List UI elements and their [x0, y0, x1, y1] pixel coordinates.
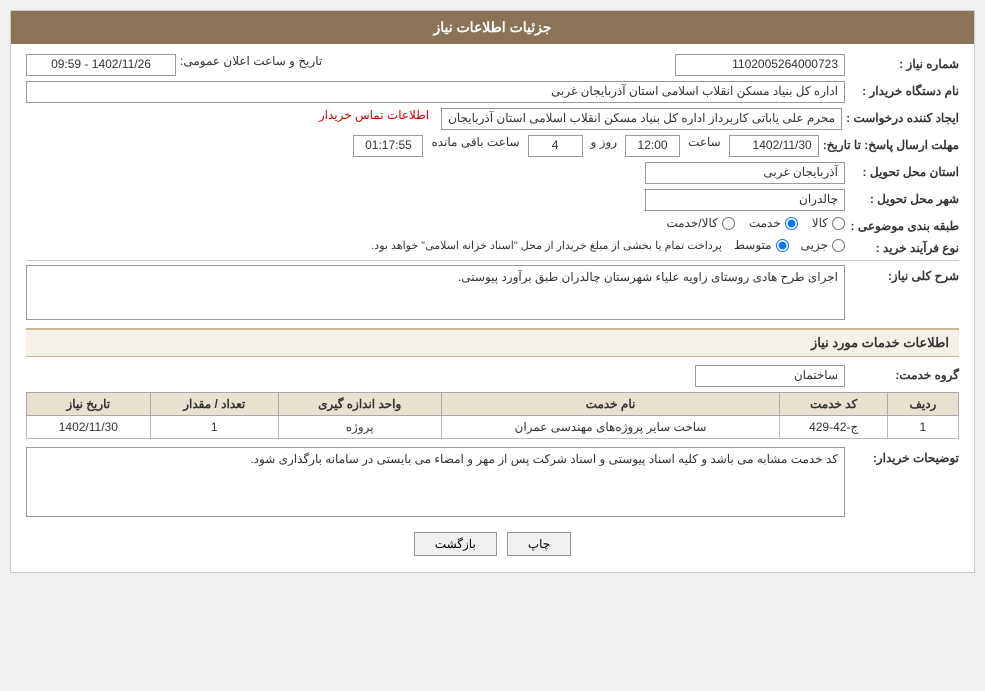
khadamat-section-title: اطلاعات خدمات مورد نیاز	[26, 328, 959, 357]
rooz-label: روز و	[591, 135, 618, 149]
tabaqe-kala-label: کالا	[812, 216, 828, 230]
back-button[interactable]: بازگشت	[414, 532, 497, 556]
table-header: ردیف کد خدمت نام خدمت واحد اندازه گیری ت…	[27, 393, 959, 416]
tarikh-elan-label: تاریخ و ساعت اعلان عمومی:	[180, 54, 322, 68]
nooe-motavasset-radio[interactable]	[776, 239, 789, 252]
tabaqe-khadamat-item: خدمت	[749, 216, 798, 230]
shomare-label: شماره نیاز :	[849, 54, 959, 71]
row-grouh: گروه خدمت: ساختمان	[26, 365, 959, 387]
tawzih-container: کد خدمت مشابه می باشد و کلیه اسناد پیوست…	[26, 447, 845, 517]
tabaqe-label: طبقه بندی موضوعی :	[849, 216, 959, 233]
tawzih-label: توضیحات خریدار:	[849, 447, 959, 465]
tabaqe-kala-khadamat-label: کالا/خدمت	[666, 216, 717, 230]
col-kod: کد خدمت	[780, 393, 887, 416]
row-ijad-konande: ایجاد کننده درخواست : محرم علی یاباتی کا…	[26, 108, 959, 130]
tarikh-pasakh-value: 1402/11/30	[729, 135, 819, 157]
sharh-value: اجرای طرح هادی روستای زاویه علیاء شهرستا…	[26, 265, 845, 320]
cell-0-0: 1	[887, 416, 958, 439]
nam-dastgah-value: اداره کل بنیاد مسکن انقلاب اسلامی استان …	[26, 81, 845, 103]
table-header-row: ردیف کد خدمت نام خدمت واحد اندازه گیری ت…	[27, 393, 959, 416]
nam-dastgah-label: نام دستگاه خریدار :	[849, 81, 959, 98]
main-container: جزئیات اطلاعات نیاز شماره نیاز : 1102005…	[10, 10, 975, 573]
col-tarikh: تاریخ نیاز	[27, 393, 151, 416]
row-mohlat: مهلت ارسال پاسخ: تا تاریخ: 1402/11/30 سا…	[26, 135, 959, 157]
ijad-konande-label: ایجاد کننده درخواست :	[846, 108, 959, 125]
nooe-motavasset-label: متوسط	[734, 238, 772, 252]
tabaqe-khadamat-radio[interactable]	[785, 217, 798, 230]
row-nam-dastgah: نام دستگاه خریدار : اداره کل بنیاد مسکن …	[26, 81, 959, 103]
nooe-label: نوع فرآیند خرید :	[849, 238, 959, 255]
saat-mande-label: ساعت باقی مانده	[431, 135, 519, 149]
ostan-label: استان محل تحویل :	[849, 162, 959, 179]
nooe-jozii-radio[interactable]	[832, 239, 845, 252]
sharh-container: اجرای طرح هادی روستای زاویه علیاء شهرستا…	[26, 265, 845, 320]
sharh-label: شرح کلی نیاز:	[849, 265, 959, 283]
row-sharh: شرح کلی نیاز: اجرای طرح هادی روستای زاوی…	[26, 265, 959, 320]
shomare-value: 1102005264000723	[675, 54, 845, 76]
nooe-text: پرداخت تمام یا بخشی از مبلغ خریدار از مح…	[371, 239, 722, 252]
grouh-label: گروه خدمت:	[849, 365, 959, 382]
tarikh-elan-value: 1402/11/26 - 09:59	[26, 54, 176, 76]
row-tabaqe: طبقه بندی موضوعی : کالا خدمت کالا/خدمت	[26, 216, 959, 233]
cell-0-1: ج-42-429	[780, 416, 887, 439]
cell-0-5: 1402/11/30	[27, 416, 151, 439]
tabaqe-kala-khadamat-radio[interactable]	[722, 217, 735, 230]
col-nam: نام خدمت	[441, 393, 780, 416]
nooe-jozii-item: جزیی	[801, 238, 845, 252]
ostan-value: آذربایجان غربی	[645, 162, 845, 184]
cell-0-3: پروژه	[278, 416, 441, 439]
tabaqe-khadamat-label: خدمت	[749, 216, 781, 230]
divider-1	[26, 260, 959, 261]
tabaqe-kala-item: کالا	[812, 216, 845, 230]
nooe-motavasset-item: متوسط	[734, 238, 789, 252]
saat-value: 12:00	[625, 135, 680, 157]
print-button[interactable]: چاپ	[507, 532, 571, 556]
row-shomare: شماره نیاز : 1102005264000723 تاریخ و سا…	[26, 54, 959, 76]
saat-label: ساعت	[688, 135, 721, 149]
table-row: 1ج-42-429ساخت سایر پروژه‌های مهندسی عمرا…	[27, 416, 959, 439]
shahr-label: شهر محل تحویل :	[849, 189, 959, 206]
content-area: شماره نیاز : 1102005264000723 تاریخ و سا…	[11, 44, 974, 572]
ijad-konande-link[interactable]: اطلاعات تماس خریدار	[319, 108, 429, 122]
row-ostan: استان محل تحویل : آذربایجان غربی	[26, 162, 959, 184]
ijad-konande-value: محرم علی یاباتی کاربرداز اداره کل بنیاد …	[441, 108, 842, 130]
tabaqe-kala-radio[interactable]	[832, 217, 845, 230]
shahr-value: چالدران	[645, 189, 845, 211]
row-shahr: شهر محل تحویل : چالدران	[26, 189, 959, 211]
col-tedad: تعداد / مقدار	[150, 393, 278, 416]
tabaqe-radio-group: کالا خدمت کالا/خدمت	[666, 216, 845, 230]
row-tawzih: توضیحات خریدار: کد خدمت مشابه می باشد و …	[26, 447, 959, 517]
table-body: 1ج-42-429ساخت سایر پروژه‌های مهندسی عمرا…	[27, 416, 959, 439]
grouh-value: ساختمان	[695, 365, 845, 387]
page-wrapper: جزئیات اطلاعات نیاز شماره نیاز : 1102005…	[0, 0, 985, 583]
button-row: چاپ بازگشت	[26, 522, 959, 562]
tabaqe-kala-khadamat-item: کالا/خدمت	[666, 216, 734, 230]
tawzih-value: کد خدمت مشابه می باشد و کلیه اسناد پیوست…	[26, 447, 845, 517]
row-nooe: نوع فرآیند خرید : جزیی متوسط پرداخت تمام…	[26, 238, 959, 255]
rooz-value: 4	[528, 135, 583, 157]
saat-mande-value: 01:17:55	[353, 135, 423, 157]
cell-0-2: ساخت سایر پروژه‌های مهندسی عمران	[441, 416, 780, 439]
col-vahed: واحد اندازه گیری	[278, 393, 441, 416]
cell-0-4: 1	[150, 416, 278, 439]
col-radif: ردیف	[887, 393, 958, 416]
page-title: جزئیات اطلاعات نیاز	[11, 11, 974, 44]
service-table: ردیف کد خدمت نام خدمت واحد اندازه گیری ت…	[26, 392, 959, 439]
nooe-jozii-label: جزیی	[801, 238, 828, 252]
mohlat-label: مهلت ارسال پاسخ: تا تاریخ:	[823, 135, 959, 152]
